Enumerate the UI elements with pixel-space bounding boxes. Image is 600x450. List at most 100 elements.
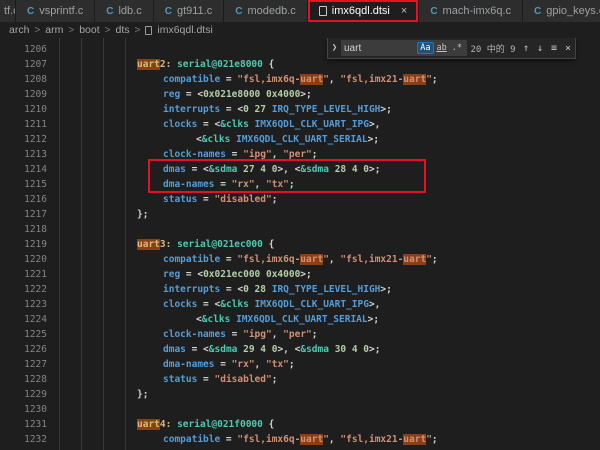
find-in-selection-button[interactable]: ≡ (547, 43, 561, 54)
breadcrumb-item-arm[interactable]: arm (45, 24, 63, 36)
code-line[interactable]: 1225clock-names = "ipg", "per"; (0, 327, 600, 342)
line-content[interactable]: dma-names = "rx", "tx"; (52, 177, 295, 192)
code-token: serial@021ec000 (177, 239, 263, 250)
line-number: 1206 (0, 42, 52, 57)
tab-imx6qdl.dtsi[interactable]: imx6qdl.dtsi× (308, 0, 420, 22)
code-line[interactable]: 1212<&clks IMX6QDL_CLK_UART_SERIAL>; (0, 132, 600, 147)
line-content[interactable]: dmas = <&sdma 27 4 0>, <&sdma 28 4 0>; (52, 162, 380, 177)
code-line[interactable]: 1221reg = <0x021ec000 0x4000>; (0, 267, 600, 282)
line-content[interactable]: uart3: serial@021ec000 { (52, 237, 274, 252)
editor-pane[interactable]: 12061207uart2: serial@021e8000 {1208comp… (0, 38, 600, 450)
next-match-button[interactable]: ↓ (533, 43, 547, 54)
tab-tf.c[interactable]: tf.c (0, 0, 16, 22)
code-line[interactable]: 1208compatible = "fsl,imx6q-uart", "fsl,… (0, 72, 600, 87)
line-content[interactable]: clock-names = "ipg", "per"; (52, 327, 318, 342)
code-line[interactable]: 1209reg = <0x021e8000 0x4000>; (0, 87, 600, 102)
code-token: ; (312, 329, 318, 340)
code-token: 0x021e8000 0x4000 (203, 89, 300, 100)
line-number: 1223 (0, 297, 52, 312)
line-content[interactable]: }; (52, 207, 148, 222)
code-token: "ipg" (243, 149, 272, 160)
tab-modedb.c[interactable]: Cmodedb.c (224, 0, 308, 22)
code-line[interactable]: 1214dmas = <&sdma 27 4 0>, <&sdma 28 4 0… (0, 162, 600, 177)
code-line[interactable]: 1220compatible = "fsl,imx6q-uart", "fsl,… (0, 252, 600, 267)
code-line[interactable]: 1211clocks = <&clks IMX6QDL_CLK_UART_IPG… (0, 117, 600, 132)
code-token: { (263, 419, 274, 430)
code-line[interactable]: 1226dmas = <&sdma 29 4 0>, <&sdma 30 4 0… (0, 342, 600, 357)
code-line[interactable]: 1229}; (0, 387, 600, 402)
breadcrumb-item-boot[interactable]: boot (79, 24, 99, 36)
line-content[interactable]: reg = <0x021ec000 0x4000>; (52, 267, 312, 282)
code-token: uart (403, 74, 426, 85)
breadcrumb-item-dts[interactable]: dts (116, 24, 130, 36)
code-line[interactable]: 1216status = "disabled"; (0, 192, 600, 207)
find-input[interactable] (344, 43, 416, 54)
breadcrumb-item-imx6qdl.dtsi[interactable]: imx6qdl.dtsi (157, 24, 212, 36)
breadcrumb-separator: > (105, 25, 111, 36)
line-content[interactable]: }; (52, 387, 148, 402)
line-content[interactable]: reg = <0x021e8000 0x4000>; (52, 87, 312, 102)
code-line[interactable]: 1217}; (0, 207, 600, 222)
code-line[interactable]: 1218 (0, 222, 600, 237)
code-line[interactable]: 1227dma-names = "rx", "tx"; (0, 357, 600, 372)
code-token: serial@021e8000 (177, 59, 263, 70)
code-token: }; (137, 389, 148, 400)
file-icon (145, 26, 152, 35)
tab-close-icon[interactable]: × (401, 5, 407, 17)
code-token: = < (220, 284, 243, 295)
code-token: uart (300, 254, 323, 265)
code-token: interrupts (163, 104, 220, 115)
tab-vsprintf.c[interactable]: Cvsprintf.c (16, 0, 95, 22)
code-area[interactable]: 12061207uart2: serial@021e8000 {1208comp… (0, 38, 600, 447)
code-token: 4: (160, 419, 171, 430)
find-close-button[interactable]: × (561, 43, 575, 54)
line-content[interactable]: compatible = "fsl,imx6q-uart", "fsl,imx2… (52, 72, 438, 87)
line-content[interactable]: compatible = "fsl,imx6q-uart", "fsl,imx2… (52, 252, 438, 267)
whole-word-button[interactable]: ab (435, 43, 449, 53)
code-line[interactable]: 1213clock-names = "ipg", "per"; (0, 147, 600, 162)
match-case-button[interactable]: Aa (417, 42, 433, 54)
regex-button[interactable]: .* (450, 43, 464, 53)
breadcrumb-item-arch[interactable]: arch (9, 24, 29, 36)
code-token: "fsl,imx6q- (237, 434, 300, 445)
code-token: , (329, 434, 340, 445)
tab-gpio_keys.c[interactable]: Cgpio_keys.c (523, 0, 600, 22)
line-content[interactable]: <&clks IMX6QDL_CLK_UART_SERIAL>; (52, 312, 379, 327)
code-token: = (220, 74, 237, 85)
line-content[interactable]: dmas = <&sdma 29 4 0>, <&sdma 30 4 0>; (52, 342, 380, 357)
tab-label: mach-imx6q.c (443, 5, 511, 17)
code-token: = (226, 149, 243, 160)
line-content[interactable]: <&clks IMX6QDL_CLK_UART_SERIAL>; (52, 132, 379, 147)
line-content[interactable]: interrupts = <0 27 IRQ_TYPE_LEVEL_HIGH>; (52, 102, 392, 117)
tab-gt911.c[interactable]: Cgt911.c (154, 0, 225, 22)
line-content[interactable]: dma-names = "rx", "tx"; (52, 357, 295, 372)
line-content[interactable]: clocks = <&clks IMX6QDL_CLK_UART_IPG>, (52, 117, 380, 132)
code-line[interactable]: 1215dma-names = "rx", "tx"; (0, 177, 600, 192)
code-line[interactable]: 1207uart2: serial@021e8000 { (0, 57, 600, 72)
code-line[interactable]: 1230 (0, 402, 600, 417)
line-content[interactable]: clock-names = "ipg", "per"; (52, 147, 318, 162)
line-content[interactable]: uart2: serial@021e8000 { (52, 57, 274, 72)
line-content[interactable]: interrupts = <0 28 IRQ_TYPE_LEVEL_HIGH>; (52, 282, 392, 297)
previous-match-button[interactable]: ↑ (519, 43, 533, 54)
line-content[interactable]: compatible = "fsl,imx6q-uart", "fsl,imx2… (52, 432, 438, 447)
code-line[interactable]: 1223clocks = <&clks IMX6QDL_CLK_UART_IPG… (0, 297, 600, 312)
code-line[interactable]: 1232compatible = "fsl,imx6q-uart", "fsl,… (0, 432, 600, 447)
line-content[interactable]: status = "disabled"; (52, 372, 277, 387)
code-line[interactable]: 1231uart4: serial@021f0000 { (0, 417, 600, 432)
code-line[interactable]: 1228status = "disabled"; (0, 372, 600, 387)
line-content[interactable]: uart4: serial@021f0000 { (52, 417, 274, 432)
code-token: IMX6QDL_CLK_UART_IPG (255, 299, 369, 310)
tab-ldb.c[interactable]: Cldb.c (95, 0, 153, 22)
code-line[interactable]: 1224<&clks IMX6QDL_CLK_UART_SERIAL>; (0, 312, 600, 327)
code-token: IMX6QDL_CLK_UART_SERIAL (236, 134, 368, 145)
code-token: clocks (163, 299, 197, 310)
tab-mach-imx6q.c[interactable]: Cmach-imx6q.c (419, 0, 523, 22)
line-content[interactable]: status = "disabled"; (52, 192, 277, 207)
find-expand-toggle-icon[interactable]: ❯ (328, 43, 341, 53)
code-line[interactable]: 1219uart3: serial@021ec000 { (0, 237, 600, 252)
line-content[interactable]: clocks = <&clks IMX6QDL_CLK_UART_IPG>, (52, 297, 380, 312)
code-token: compatible (163, 434, 220, 445)
code-line[interactable]: 1210interrupts = <0 27 IRQ_TYPE_LEVEL_HI… (0, 102, 600, 117)
code-line[interactable]: 1222interrupts = <0 28 IRQ_TYPE_LEVEL_HI… (0, 282, 600, 297)
